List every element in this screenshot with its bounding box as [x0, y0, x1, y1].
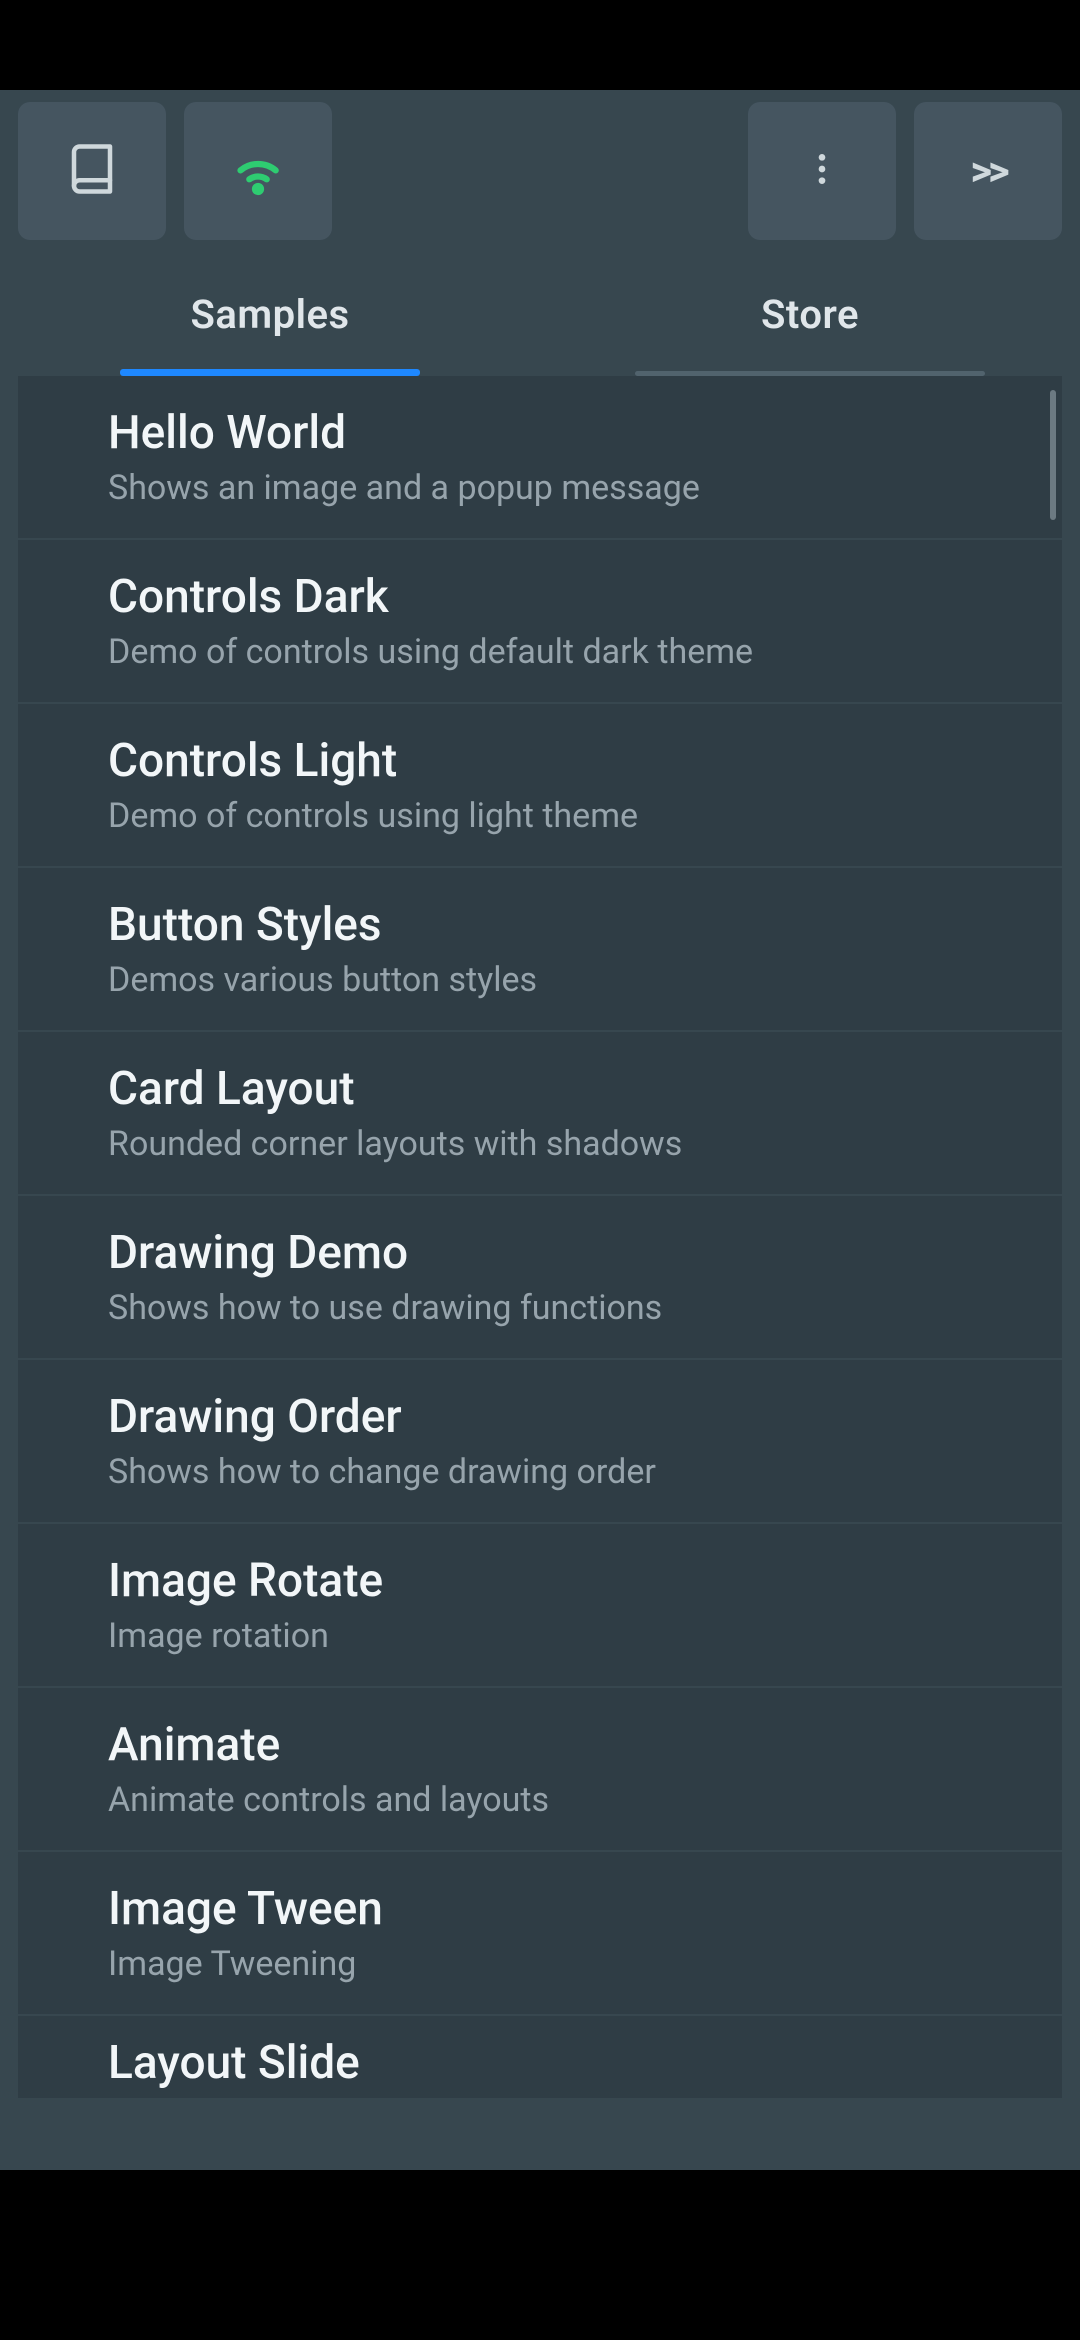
list-item[interactable]: Controls Light Demo of controls using li… [18, 704, 1062, 868]
scroll-indicator[interactable] [1050, 390, 1056, 520]
tab-label: Samples [190, 291, 349, 338]
tab-underline-active [120, 369, 420, 376]
navigation-bar [0, 2170, 1080, 2340]
list-item[interactable]: Hello World Shows an image and a popup m… [18, 376, 1062, 540]
list-item-title: Card Layout [108, 1062, 972, 1116]
list-item-subtitle: Image Tweening [108, 1944, 972, 1984]
list-item[interactable]: Animate Animate controls and layouts [18, 1688, 1062, 1852]
app-window: >> Samples Store Hello World Shows an im… [0, 90, 1080, 2170]
list-item-title: Controls Light [108, 734, 972, 788]
wifi-button[interactable] [184, 102, 332, 240]
list-item-subtitle: Shows how to change drawing order [108, 1452, 972, 1492]
list-item-subtitle: Shows how to use drawing functions [108, 1288, 972, 1328]
overflow-menu-button[interactable] [748, 102, 896, 240]
list-item-subtitle: Animate controls and layouts [108, 1780, 972, 1820]
list-item-subtitle: Demos various button styles [108, 960, 972, 1000]
tab-store[interactable]: Store [540, 252, 1080, 376]
wifi-icon [228, 139, 288, 203]
more-vertical-icon [802, 149, 842, 193]
list-item-subtitle: Rounded corner layouts with shadows [108, 1124, 972, 1164]
book-icon [65, 142, 119, 200]
list-item[interactable]: Card Layout Rounded corner layouts with … [18, 1032, 1062, 1196]
list-item-title: Image Tween [108, 1882, 972, 1936]
docs-button[interactable] [18, 102, 166, 240]
list-item-title: Button Styles [108, 898, 972, 952]
status-bar [0, 0, 1080, 90]
list-item-title: Hello World [108, 406, 972, 460]
list-item-subtitle: Image rotation [108, 1616, 972, 1656]
list-item-subtitle: Demo of controls using light theme [108, 796, 972, 836]
list-item-title: Drawing Demo [108, 1226, 972, 1280]
list-item-title: Image Rotate [108, 1554, 972, 1608]
list-item[interactable]: Button Styles Demos various button style… [18, 868, 1062, 1032]
list-item-subtitle: Demo of controls using default dark them… [108, 632, 972, 672]
tab-samples[interactable]: Samples [0, 252, 540, 376]
tab-bar: Samples Store [0, 252, 1080, 376]
forward-icon: >> [970, 147, 1005, 196]
list-container: Hello World Shows an image and a popup m… [0, 376, 1080, 2170]
list-item[interactable]: Layout Slide [18, 2016, 1062, 2100]
list-item[interactable]: Image Rotate Image rotation [18, 1524, 1062, 1688]
toolbar: >> [0, 90, 1080, 252]
forward-button[interactable]: >> [914, 102, 1062, 240]
list-item[interactable]: Image Tween Image Tweening [18, 1852, 1062, 2016]
samples-list[interactable]: Hello World Shows an image and a popup m… [18, 376, 1062, 2170]
list-item[interactable]: Controls Dark Demo of controls using def… [18, 540, 1062, 704]
list-item-subtitle: Shows an image and a popup message [108, 468, 972, 508]
list-item-title: Layout Slide [108, 2036, 972, 2090]
list-item-title: Animate [108, 1718, 972, 1772]
list-item[interactable]: Drawing Demo Shows how to use drawing fu… [18, 1196, 1062, 1360]
tab-label: Store [761, 291, 859, 338]
list-item-title: Controls Dark [108, 570, 972, 624]
list-item-title: Drawing Order [108, 1390, 972, 1444]
list-item[interactable]: Drawing Order Shows how to change drawin… [18, 1360, 1062, 1524]
